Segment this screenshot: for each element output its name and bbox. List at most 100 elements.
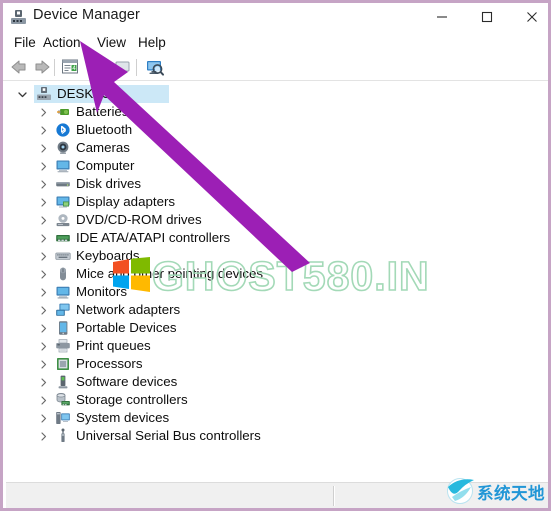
chevron-right-icon[interactable] — [37, 373, 49, 391]
tree-item-label: Processors — [76, 356, 143, 371]
tree-item-label: Mice and other pointing devices — [76, 266, 264, 281]
printer-icon — [55, 338, 71, 354]
menu-item-action[interactable]: Action — [39, 34, 85, 52]
tree-item-label: Bluetooth — [76, 122, 133, 137]
show-hidden-devices-button[interactable] — [143, 57, 165, 78]
camera-icon — [55, 140, 71, 156]
chevron-right-icon[interactable] — [37, 427, 49, 445]
computer-node-icon — [36, 86, 52, 102]
tree-item-disk-drives[interactable]: Disk drives — [6, 175, 545, 193]
ide-controller-icon — [55, 230, 71, 246]
chevron-right-icon[interactable] — [37, 301, 49, 319]
toolbar-separator — [54, 59, 55, 76]
tree-item-system-devices[interactable]: System devices — [6, 409, 545, 427]
chevron-right-icon[interactable] — [37, 211, 49, 229]
processor-icon — [55, 356, 71, 372]
chevron-right-icon[interactable] — [37, 157, 49, 175]
tree-item-network-adapters[interactable]: Network adapters — [6, 301, 545, 319]
tree-item-processors[interactable]: Processors — [6, 355, 545, 373]
monitor-icon — [55, 284, 71, 300]
tree-item-label: Display adapters — [76, 194, 176, 209]
device-manager-window: Device Manager File Action View Help 4 D… — [0, 0, 551, 511]
tree-item-cameras[interactable]: Cameras — [6, 139, 545, 157]
keyboard-icon — [55, 248, 71, 264]
tree-item-label: Monitors — [76, 284, 127, 299]
tree-item-batteries[interactable]: Batteries — [6, 103, 545, 121]
tree-item-dvd-cd-rom-drives[interactable]: DVD/CD-ROM drives — [6, 211, 545, 229]
tree-item-label: Cameras — [76, 140, 130, 155]
chevron-right-icon[interactable] — [37, 229, 49, 247]
scan-hardware-button[interactable] — [89, 57, 111, 78]
tree-item-label: Keyboards — [76, 248, 140, 263]
tree-item-label: Network adapters — [76, 302, 181, 317]
chevron-right-icon[interactable] — [37, 247, 49, 265]
software-device-icon — [55, 374, 71, 390]
title-bar: Device Manager — [3, 3, 548, 32]
chevron-down-icon[interactable] — [16, 85, 28, 103]
tree-item-keyboards[interactable]: Keyboards — [6, 247, 545, 265]
storage-controller-icon — [55, 392, 71, 408]
computer-icon — [55, 158, 71, 174]
tree-item-portable-devices[interactable]: Portable Devices — [6, 319, 545, 337]
tree-item-label: Universal Serial Bus controllers — [76, 428, 261, 443]
usb-controller-icon — [55, 428, 71, 444]
tree-item-display-adapters[interactable]: Display adapters — [6, 193, 545, 211]
chevron-right-icon[interactable] — [37, 319, 49, 337]
tree-item-label: Batteries — [76, 104, 129, 119]
back-button[interactable] — [8, 57, 30, 78]
tree-item-bluetooth[interactable]: Bluetooth — [6, 121, 545, 139]
chevron-right-icon[interactable] — [37, 139, 49, 157]
tree-item-label: IDE ATA/ATAPI controllers — [76, 230, 231, 245]
system-device-icon — [55, 410, 71, 426]
menu-item-help[interactable]: Help — [134, 34, 170, 52]
dvd-drive-icon — [55, 212, 71, 228]
chevron-right-icon[interactable] — [37, 265, 49, 283]
display-adapter-icon — [55, 194, 71, 210]
battery-icon — [55, 104, 71, 120]
chevron-right-icon[interactable] — [37, 121, 49, 139]
chevron-right-icon[interactable] — [37, 193, 49, 211]
chevron-right-icon[interactable] — [37, 103, 49, 121]
minimize-button[interactable] — [419, 3, 464, 31]
chevron-right-icon[interactable] — [37, 337, 49, 355]
tree-root-label: DESKTOP- — [57, 86, 125, 101]
tree-item-universal-serial-bus-controllers[interactable]: Universal Serial Bus controllers — [6, 427, 545, 445]
menu-bar: File Action View Help — [3, 32, 548, 54]
status-bar — [6, 482, 548, 508]
tree-item-label: Storage controllers — [76, 392, 188, 407]
tree-item-label: Print queues — [76, 338, 151, 353]
tree-item-print-queues[interactable]: Print queues — [6, 337, 545, 355]
chevron-right-icon[interactable] — [37, 391, 49, 409]
properties-button[interactable]: 4 — [60, 57, 82, 78]
tree-item-computer[interactable]: Computer — [6, 157, 545, 175]
tree-item-label: Disk drives — [76, 176, 142, 191]
chevron-right-icon[interactable] — [37, 283, 49, 301]
tree-root-row[interactable]: DESKTOP- — [6, 85, 545, 103]
chevron-right-icon[interactable] — [37, 175, 49, 193]
close-button[interactable] — [509, 3, 548, 31]
device-manager-icon — [10, 9, 27, 25]
portable-device-icon — [55, 320, 71, 336]
tree-item-monitors[interactable]: Monitors — [6, 283, 545, 301]
tree-item-label: Computer — [76, 158, 135, 173]
update-driver-button[interactable] — [113, 57, 135, 78]
network-adapter-icon — [55, 302, 71, 318]
tree-item-label: Software devices — [76, 374, 178, 389]
chevron-right-icon[interactable] — [37, 355, 49, 373]
toolbar: 4 — [3, 54, 548, 81]
chevron-right-icon[interactable] — [37, 409, 49, 427]
tree-item-ide-ata-atapi-controllers[interactable]: IDE ATA/ATAPI controllers — [6, 229, 545, 247]
device-tree[interactable]: DESKTOP- Batteries Bluetooth Cameras Com… — [6, 81, 545, 479]
tree-item-storage-controllers[interactable]: Storage controllers — [6, 391, 545, 409]
menu-item-file[interactable]: File — [10, 34, 40, 52]
bluetooth-icon — [55, 122, 71, 138]
tree-item-mice-and-other-pointing-devices[interactable]: Mice and other pointing devices — [6, 265, 545, 283]
mouse-icon — [55, 266, 71, 282]
forward-button[interactable] — [31, 57, 53, 78]
menu-item-view[interactable]: View — [93, 34, 130, 52]
tree-item-software-devices[interactable]: Software devices — [6, 373, 545, 391]
tree-item-label: System devices — [76, 410, 170, 425]
toolbar-separator-2 — [136, 59, 137, 76]
maximize-button[interactable] — [464, 3, 509, 31]
tree-item-label: DVD/CD-ROM drives — [76, 212, 202, 227]
